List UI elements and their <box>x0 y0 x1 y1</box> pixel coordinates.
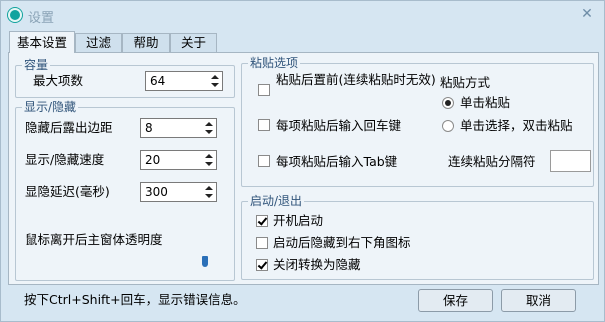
display-delay-label: 显隐延迟(毫秒) <box>25 184 110 199</box>
separator-input[interactable] <box>550 150 591 172</box>
settings-panel: 容量 最大项数 64 显示/隐藏 隐藏后露出边距 8 显示/隐藏速度 20 显隐… <box>8 52 599 285</box>
hide-margin-value: 8 <box>145 121 153 135</box>
hide-margin-label: 隐藏后露出边距 <box>25 120 113 135</box>
capacity-group-title: 容量 <box>22 58 51 72</box>
double-click-paste-radio[interactable] <box>442 120 454 132</box>
display-hide-group-title: 显示/隐藏 <box>22 100 79 114</box>
max-items-label: 最大项数 <box>33 73 84 88</box>
app-icon <box>8 8 22 22</box>
hide-to-tray-label: 启动后隐藏到右下角图标 <box>273 235 411 250</box>
tab-filter[interactable]: 过滤 <box>75 33 122 52</box>
display-speed-spinner[interactable]: 20 <box>140 150 217 170</box>
enter-after-checkbox[interactable] <box>258 119 270 131</box>
paste-options-group: 粘贴选项 粘贴后置前(连续粘贴时无效) 每项粘贴后输入回车键 每项粘贴后输入Ta… <box>241 56 594 187</box>
max-items-value: 64 <box>150 74 166 88</box>
close-button[interactable]: ✕ <box>578 5 596 23</box>
single-click-paste-radio[interactable] <box>442 97 454 109</box>
close-to-hide-checkbox[interactable] <box>256 259 268 271</box>
hide-to-tray-checkbox[interactable] <box>256 237 268 249</box>
spinner-arrows[interactable] <box>203 184 215 200</box>
display-speed-label: 显示/隐藏速度 <box>25 152 105 167</box>
paste-mode-title: 粘贴方式 <box>440 75 491 90</box>
window-title: 设置 <box>28 11 55 26</box>
separator-label: 连续粘贴分隔符 <box>448 154 536 169</box>
tab-after-label: 每项粘贴后输入Tab键 <box>276 154 398 169</box>
arrow-up-icon[interactable] <box>205 186 213 190</box>
paste-options-group-title: 粘贴选项 <box>248 56 301 70</box>
tab-basic-settings[interactable]: 基本设置 <box>9 31 75 53</box>
autostart-label: 开机启动 <box>273 213 324 228</box>
hide-margin-spinner[interactable]: 8 <box>140 118 217 138</box>
capacity-group: 容量 最大项数 64 <box>15 58 235 98</box>
title-bar[interactable]: 设置 ✕ <box>1 1 604 29</box>
save-button[interactable]: 保存 <box>418 289 493 312</box>
arrow-up-icon[interactable] <box>211 75 219 79</box>
autostart-checkbox[interactable] <box>256 215 268 227</box>
tab-after-checkbox[interactable] <box>258 155 270 167</box>
opacity-label: 鼠标离开后主窗体透明度 <box>25 232 163 247</box>
tab-help[interactable]: 帮助 <box>122 33 170 52</box>
arrow-down-icon[interactable] <box>211 83 219 87</box>
arrow-down-icon[interactable] <box>205 162 213 166</box>
cancel-button[interactable]: 取消 <box>501 289 576 312</box>
arrow-up-icon[interactable] <box>205 122 213 126</box>
spinner-arrows[interactable] <box>209 73 221 89</box>
move-front-checkbox[interactable] <box>258 84 270 96</box>
arrow-down-icon[interactable] <box>205 130 213 134</box>
opacity-slider-thumb[interactable] <box>202 256 208 267</box>
max-items-spinner[interactable]: 64 <box>145 71 223 91</box>
arrow-down-icon[interactable] <box>205 194 213 198</box>
settings-window: 设置 ✕ 基本设置 过滤 帮助 关于 容量 最大项数 64 显示/隐藏 隐藏后露… <box>0 0 605 322</box>
display-delay-value: 300 <box>145 185 168 199</box>
startup-exit-group: 启动/退出 开机启动 启动后隐藏到右下角图标 关闭转换为隐藏 <box>241 194 594 280</box>
spinner-arrows[interactable] <box>203 120 215 136</box>
close-to-hide-label: 关闭转换为隐藏 <box>273 257 361 272</box>
move-front-label: 粘贴后置前(连续粘贴时无效) <box>276 72 436 87</box>
arrow-up-icon[interactable] <box>205 154 213 158</box>
startup-exit-group-title: 启动/退出 <box>248 194 305 208</box>
display-hide-group: 显示/隐藏 隐藏后露出边距 8 显示/隐藏速度 20 显隐延迟(毫秒) 300 … <box>15 100 235 281</box>
single-click-paste-label: 单击粘贴 <box>460 95 511 110</box>
status-hint: 按下Ctrl+Shift+回车，显示错误信息。 <box>24 292 246 307</box>
display-speed-value: 20 <box>145 153 161 167</box>
enter-after-label: 每项粘贴后输入回车键 <box>276 118 402 133</box>
display-delay-spinner[interactable]: 300 <box>140 182 217 202</box>
spinner-arrows[interactable] <box>203 152 215 168</box>
double-click-paste-label: 单击选择，双击粘贴 <box>460 118 573 133</box>
tab-about[interactable]: 关于 <box>170 33 217 52</box>
